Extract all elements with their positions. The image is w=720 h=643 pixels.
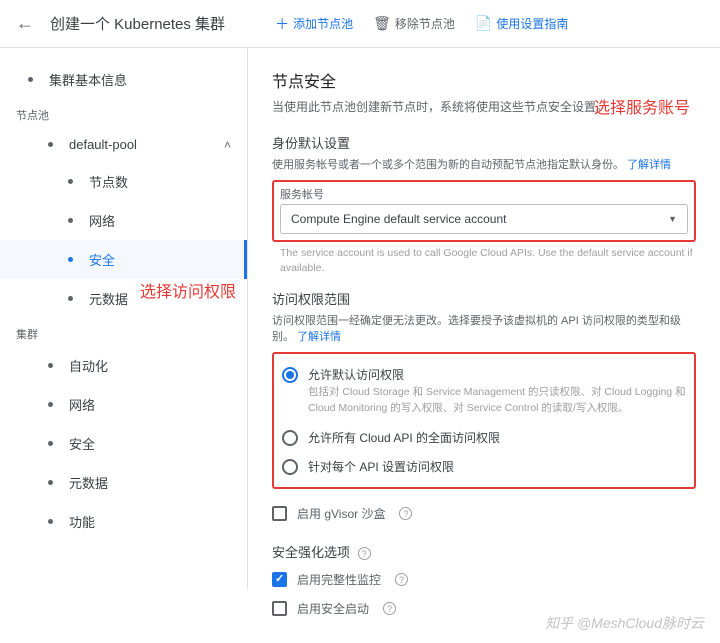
- checkbox-icon: [272, 601, 287, 616]
- main-content: 选择服务账号 选择访问权限 节点安全 当使用此节点池创建新节点时，系统将使用这些…: [248, 48, 720, 643]
- select-label: 服务帐号: [280, 186, 688, 202]
- radio-icon: [282, 430, 298, 446]
- sidebar-item-label: default-pool: [69, 137, 137, 152]
- action-label: 使用设置指南: [496, 15, 568, 32]
- plus-icon: ＋: [275, 14, 289, 34]
- bullet-icon: [48, 142, 53, 147]
- sidebar-item-metadata[interactable]: 元数据: [0, 279, 247, 318]
- action-label: 移除节点池: [395, 15, 455, 32]
- remove-node-pool-button[interactable]: 🗑 移除节点池: [373, 14, 455, 34]
- integrity-checkbox[interactable]: 启用完整性监控 ?: [272, 565, 696, 594]
- section-desc: 当使用此节点池创建新节点时，系统将使用这些节点安全设置。: [272, 98, 696, 115]
- sidebar-item-label: 安全: [69, 434, 95, 453]
- sidebar-item-cluster-security[interactable]: 安全: [0, 424, 247, 463]
- scope-default-radio[interactable]: 允许默认访问权限 包括对 Cloud Storage 和 Service Man…: [278, 360, 690, 423]
- checkbox-label: 启用安全启动: [297, 600, 369, 617]
- setup-guide-button[interactable]: 📄 使用设置指南: [475, 14, 568, 34]
- service-account-helper: The service account is used to call Goog…: [280, 246, 696, 275]
- sidebar-section-node-pool: 节点池: [0, 99, 247, 127]
- identity-title: 身份默认设置: [272, 133, 696, 152]
- sidebar-item-node-count[interactable]: 节点数: [0, 162, 247, 201]
- sidebar-item-cluster-metadata[interactable]: 元数据: [0, 463, 247, 502]
- document-icon: 📄: [475, 15, 492, 32]
- help-icon[interactable]: ?: [383, 602, 396, 615]
- action-label: 添加节点池: [293, 15, 353, 32]
- sidebar-item-basic-info[interactable]: 集群基本信息: [0, 60, 247, 99]
- sidebar-item-automation[interactable]: 自动化: [0, 346, 247, 385]
- help-icon[interactable]: ?: [395, 573, 408, 586]
- radio-sublabel: 包括对 Cloud Storage 和 Service Management 的…: [308, 385, 686, 417]
- sidebar-item-default-pool[interactable]: default-pool ˄: [0, 127, 247, 162]
- help-icon[interactable]: ?: [358, 547, 371, 560]
- learn-more-link[interactable]: 了解详情: [297, 331, 341, 343]
- scopes-desc: 访问权限范围一经确定便无法更改。选择要授予该虚拟机的 API 访问权限的类型和级…: [272, 312, 696, 344]
- page-title: 创建一个 Kubernetes 集群: [50, 13, 225, 34]
- sidebar-item-label: 元数据: [69, 473, 108, 492]
- service-account-highlight: 服务帐号 Compute Engine default service acco…: [272, 180, 696, 242]
- sidebar-item-network[interactable]: 网络: [0, 201, 247, 240]
- sidebar-item-features[interactable]: 功能: [0, 502, 247, 541]
- bullet-icon: [68, 179, 73, 184]
- checkbox-label: 启用 gVisor 沙盒: [297, 505, 385, 522]
- radio-icon: [282, 367, 298, 383]
- identity-desc: 使用服务帐号或者一个或多个范围为新的自动预配节点池指定默认身份。 了解详情: [272, 156, 696, 172]
- sidebar-item-label: 网络: [69, 395, 95, 414]
- bullet-icon: [68, 296, 73, 301]
- bullet-icon: [68, 218, 73, 223]
- gvisor-checkbox[interactable]: 启用 gVisor 沙盒 ?: [272, 499, 696, 528]
- service-account-select[interactable]: Compute Engine default service account: [280, 204, 688, 234]
- chevron-up-icon: ˄: [224, 138, 231, 152]
- header-actions: ＋ 添加节点池 🗑 移除节点池 📄 使用设置指南: [275, 14, 568, 34]
- checkbox-icon: [272, 506, 287, 521]
- help-icon[interactable]: ?: [399, 507, 412, 520]
- bullet-icon: [48, 363, 53, 368]
- checkbox-label: 启用完整性监控: [297, 571, 381, 588]
- page-header: ← 创建一个 Kubernetes 集群 ＋ 添加节点池 🗑 移除节点池 📄 使…: [0, 0, 720, 48]
- checkbox-icon: [272, 572, 287, 587]
- bullet-icon: [48, 402, 53, 407]
- sidebar-item-label: 自动化: [69, 356, 108, 375]
- radio-label: 允许默认访问权限: [308, 366, 686, 383]
- sidebar-item-label: 安全: [89, 250, 115, 269]
- radio-icon: [282, 459, 298, 475]
- scopes-title: 访问权限范围: [272, 289, 696, 308]
- bullet-icon: [48, 441, 53, 446]
- bullet-icon: [28, 77, 33, 82]
- trash-icon: 🗑: [373, 15, 391, 32]
- radio-label: 允许所有 Cloud API 的全面访问权限: [308, 429, 500, 446]
- scope-full-radio[interactable]: 允许所有 Cloud API 的全面访问权限: [278, 423, 690, 452]
- bullet-icon: [48, 519, 53, 524]
- back-arrow-icon[interactable]: ←: [16, 13, 34, 34]
- sidebar: 集群基本信息 节点池 default-pool ˄ 节点数 网络 安全 元数据 …: [0, 48, 248, 589]
- sidebar-section-cluster: 集群: [0, 318, 247, 346]
- scope-per-api-radio[interactable]: 针对每个 API 设置访问权限: [278, 452, 690, 481]
- radio-label: 针对每个 API 设置访问权限: [308, 458, 454, 475]
- watermark: 知乎 @MeshCloud脉时云: [545, 613, 704, 633]
- sidebar-item-label: 功能: [69, 512, 95, 531]
- sidebar-item-label: 元数据: [89, 289, 128, 308]
- hardening-title: 安全强化选项 ?: [272, 542, 696, 561]
- sidebar-item-cluster-network[interactable]: 网络: [0, 385, 247, 424]
- bullet-icon: [48, 480, 53, 485]
- sidebar-item-label: 网络: [89, 211, 115, 230]
- sidebar-item-label: 节点数: [89, 172, 128, 191]
- section-title: 节点安全: [272, 68, 696, 92]
- learn-more-link[interactable]: 了解详情: [627, 159, 671, 171]
- add-node-pool-button[interactable]: ＋ 添加节点池: [275, 14, 353, 34]
- bullet-icon: [68, 257, 73, 262]
- sidebar-item-security[interactable]: 安全: [0, 240, 247, 279]
- select-value: Compute Engine default service account: [291, 212, 506, 226]
- access-scope-highlight: 允许默认访问权限 包括对 Cloud Storage 和 Service Man…: [272, 352, 696, 489]
- sidebar-item-label: 集群基本信息: [49, 70, 127, 89]
